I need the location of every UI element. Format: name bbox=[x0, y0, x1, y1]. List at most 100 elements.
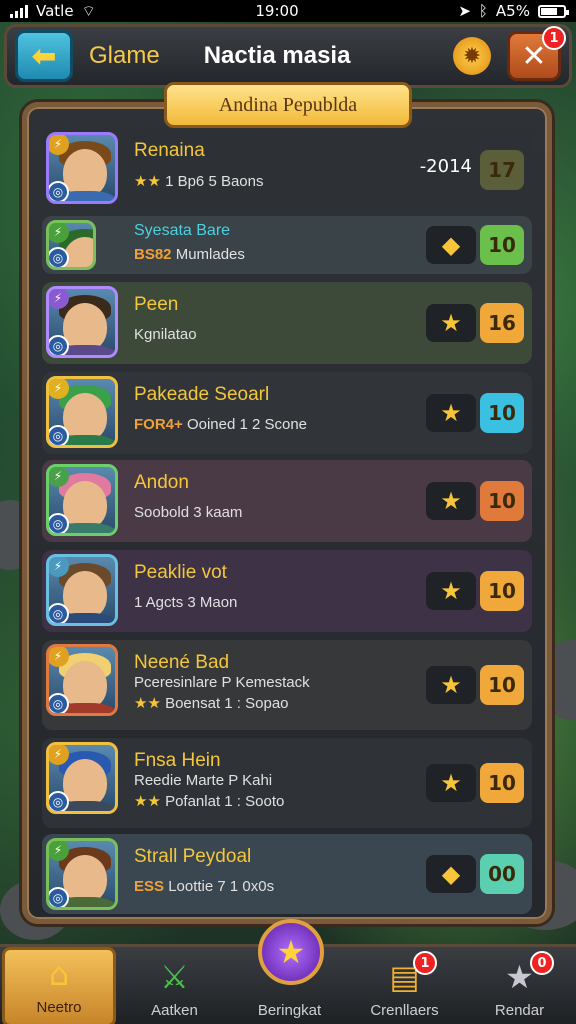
player-avatar: ⚡ ◎ bbox=[46, 742, 118, 814]
nav-render[interactable]: ★ Rendar 0 bbox=[462, 947, 576, 1024]
player-stats: ★★ Boensat 1 : Sopao bbox=[134, 695, 289, 712]
player-subtitle: BS82 Mumlades bbox=[134, 246, 245, 263]
nav-label: Crenllaers bbox=[370, 1002, 439, 1019]
player-extra: -2014 bbox=[419, 156, 472, 177]
player-name: Andon bbox=[134, 472, 189, 493]
class-icon: ⚡ bbox=[49, 647, 69, 667]
leaderboard-row[interactable]: ⚡ ◎ Syesata Bare BS82 Mumlades ◆ 10 bbox=[42, 216, 532, 274]
rank-icon: ◎ bbox=[49, 181, 69, 201]
class-icon: ⚡ bbox=[49, 289, 69, 309]
reward-slot: ★ bbox=[426, 764, 476, 802]
score-badge: 00 bbox=[480, 854, 524, 894]
player-avatar: ⚡ ◎ bbox=[46, 464, 118, 536]
score-badge: 10 bbox=[480, 225, 524, 265]
nav-label: Aatken bbox=[151, 1002, 198, 1019]
star-icon: ★ bbox=[440, 577, 462, 605]
leaderboard-row[interactable]: ⚡ ◎ Peen Kgnilatao ★ 16 bbox=[42, 282, 532, 364]
score-badge: 10 bbox=[480, 763, 524, 803]
player-name: Peen bbox=[134, 294, 179, 315]
player-subtitle: ★★ 1 Bp6 5 Baons bbox=[134, 173, 264, 190]
class-icon: ⚡ bbox=[49, 223, 69, 243]
rank-icon: ◎ bbox=[49, 425, 69, 445]
rating-stars: ★★ bbox=[134, 695, 161, 712]
battery-icon bbox=[537, 4, 569, 18]
sword-icon: ⚔ bbox=[160, 958, 189, 996]
location-icon: ➤ bbox=[458, 2, 471, 20]
player-tag: FOR4+ bbox=[134, 416, 183, 433]
game-label: Glame bbox=[89, 42, 160, 69]
nav-attack[interactable]: ⚔ Aatken bbox=[117, 947, 232, 1024]
player-tag: ESS bbox=[134, 878, 165, 895]
panel-title: Andina Pepublda bbox=[164, 82, 412, 128]
star-icon: ★ bbox=[440, 309, 462, 337]
class-icon: ⚡ bbox=[49, 135, 69, 155]
player-name: Fnsa Hein bbox=[134, 750, 221, 771]
class-icon: ⚡ bbox=[49, 467, 69, 487]
notification-badge: 1 bbox=[413, 951, 437, 975]
player-avatar: ⚡ ◎ bbox=[46, 286, 118, 358]
clock: 19:00 bbox=[255, 2, 299, 20]
nav-challenges[interactable]: ▤ Crenllaers 1 bbox=[347, 947, 462, 1024]
score-badge: 10 bbox=[480, 393, 524, 433]
home-icon: ⌂ bbox=[48, 955, 70, 993]
reward-slot: ★ bbox=[426, 304, 476, 342]
star-icon: ★ bbox=[440, 487, 462, 515]
player-avatar: ⚡ ◎ bbox=[46, 220, 96, 270]
rank-icon: ◎ bbox=[49, 247, 69, 267]
score-badge: 10 bbox=[480, 571, 524, 611]
player-subtitle: 1 Agcts 3 Maon bbox=[134, 594, 238, 611]
bluetooth-icon: ᛒ bbox=[478, 2, 488, 20]
gear-icon: ✹ bbox=[462, 43, 482, 69]
class-icon: ⚡ bbox=[49, 557, 69, 577]
star-icon: ◆ bbox=[441, 860, 461, 888]
score-badge: 16 bbox=[480, 303, 524, 343]
star-icon: ★ bbox=[440, 671, 462, 699]
player-name: Renaina bbox=[134, 140, 205, 161]
leaderboard-row[interactable]: ⚡ ◎ Strall Peydoal ESS Loottie 7 1 0x0s ◆ 00 bbox=[42, 834, 532, 914]
score-badge: 17 bbox=[480, 150, 524, 190]
nav-label: Neetro bbox=[36, 999, 82, 1016]
class-icon: ⚡ bbox=[49, 745, 69, 765]
nav-home[interactable]: ⌂ Neetro bbox=[2, 947, 116, 1024]
reward-slot: ★ bbox=[426, 394, 476, 432]
nav-label: Beringkat bbox=[257, 1002, 322, 1019]
star-icon: ★ bbox=[440, 399, 462, 427]
carrier-label: Vatle bbox=[36, 2, 74, 20]
reward-slot: ★ bbox=[426, 572, 476, 610]
rank-icon: ◎ bbox=[49, 335, 69, 355]
leaderboard-row[interactable]: ⚡ ◎ Fnsa Hein Reedie Marte P Kahi ★★ Pofanla… bbox=[42, 738, 532, 828]
page-title: Nactia masia bbox=[203, 42, 351, 69]
rating-stars: ★★ bbox=[134, 173, 161, 190]
settings-button[interactable]: ✹ bbox=[453, 37, 491, 75]
player-avatar: ⚡ ◎ bbox=[46, 644, 118, 716]
close-button[interactable]: ✕ 1 bbox=[507, 26, 566, 81]
leaderboard-row[interactable]: ⚡ ◎ Andon Soobold 3 kaam ★ 10 bbox=[42, 460, 532, 542]
player-subtitle: ESS Loottie 7 1 0x0s bbox=[134, 878, 275, 895]
nav-label: Rendar bbox=[494, 1002, 545, 1019]
star-icon: ★ bbox=[276, 933, 306, 971]
arrow-left-icon: ⬅ bbox=[31, 38, 57, 74]
center-star-button[interactable]: ★ bbox=[258, 919, 324, 985]
player-avatar: ⚡ ◎ bbox=[46, 838, 118, 910]
player-subtitle: Soobold 3 kaam bbox=[134, 504, 243, 521]
rank-icon: ◎ bbox=[49, 513, 69, 533]
player-subtitle: Kgnilatao bbox=[134, 326, 197, 343]
rank-icon: ◎ bbox=[49, 603, 69, 623]
leaderboard-row[interactable]: ⚡ ◎ Neené Bad Pceresinlare P Kemestack ★★ Bo… bbox=[42, 640, 532, 730]
leaderboard-row[interactable]: ⚡ ◎ Pakeade Seoarl FOR4+ Ooined 1 2 Scone ★ 1… bbox=[42, 372, 532, 454]
wifi-icon: ⌔ bbox=[81, 1, 96, 20]
status-bar: Vatle ⌔ 19:00 ➤ ᛒ A5% bbox=[0, 0, 576, 22]
leaderboard-row[interactable]: ⚡ ◎ Renaina ★★ 1 Bp6 5 Baons -2014 17 bbox=[42, 128, 532, 212]
back-button[interactable]: ⬅ bbox=[15, 30, 73, 82]
rank-icon: ◎ bbox=[49, 887, 69, 907]
leaderboard-row[interactable]: ⚡ ◎ Peaklie vot 1 Agcts 3 Maon ★ 10 bbox=[42, 550, 532, 632]
star-icon: ◆ bbox=[441, 231, 461, 259]
class-icon: ⚡ bbox=[49, 379, 69, 399]
notification-badge: 0 bbox=[530, 951, 554, 975]
player-stats: ★★ Pofanlat 1 : Sooto bbox=[134, 793, 285, 810]
player-name: Pakeade Seoarl bbox=[134, 384, 270, 405]
star-icon: ★ bbox=[440, 769, 462, 797]
rating-stars: ★★ bbox=[134, 793, 161, 810]
player-subtitle: FOR4+ Ooined 1 2 Scone bbox=[134, 416, 308, 433]
reward-slot: ★ bbox=[426, 482, 476, 520]
